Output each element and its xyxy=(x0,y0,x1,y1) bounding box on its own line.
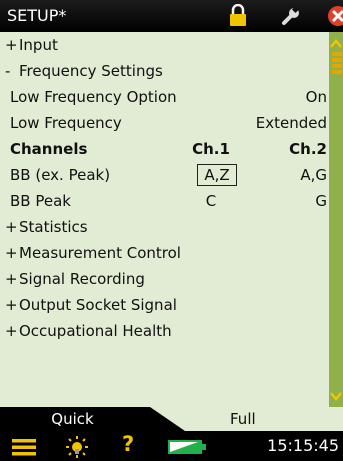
setting-low-frequency-option[interactable]: Low Frequency Option On xyxy=(0,84,329,110)
channels-header: Channels Ch.1 Ch.2 xyxy=(0,136,329,162)
section-label: Frequency Settings xyxy=(19,62,163,80)
section-signal-recording[interactable]: +Signal Recording xyxy=(0,266,329,292)
section-input[interactable]: +Input xyxy=(0,32,329,58)
scroll-up-icon[interactable] xyxy=(329,38,343,50)
help-icon[interactable]: ? xyxy=(122,432,134,456)
tab-quick[interactable]: Quick xyxy=(0,407,180,431)
setup-content: +Input - Frequency Settings Low Frequency… xyxy=(0,32,343,407)
clock: 15:15:45 xyxy=(267,436,339,455)
setting-label: BB (ex. Peak) xyxy=(10,166,111,184)
setting-label: BB Peak xyxy=(10,192,71,210)
expand-sign: + xyxy=(5,322,18,340)
setting-low-frequency[interactable]: Low Frequency Extended xyxy=(0,110,329,136)
bb-ex-peak-ch2-value[interactable]: A,G xyxy=(300,162,327,188)
setting-label: Low Frequency xyxy=(10,114,122,132)
section-label: Output Socket Signal xyxy=(19,296,177,314)
setting-bb-ex-peak: BB (ex. Peak) A,Z A,G xyxy=(0,162,329,188)
section-label: Statistics xyxy=(19,218,88,236)
section-label: Measurement Control xyxy=(19,244,181,262)
menu-icon[interactable] xyxy=(12,438,36,456)
scrollbar[interactable] xyxy=(329,32,343,407)
section-output-socket-signal[interactable]: +Output Socket Signal xyxy=(0,292,329,318)
backlight-icon[interactable] xyxy=(64,435,90,459)
channel-1-header: Ch.1 xyxy=(192,140,230,158)
bb-ex-peak-ch1-value[interactable]: A,Z xyxy=(197,164,237,186)
section-label: Occupational Health xyxy=(19,322,172,340)
setting-value[interactable]: On xyxy=(306,84,327,110)
section-label: Input xyxy=(19,36,58,54)
title-bar: SETUP* xyxy=(0,0,343,32)
page-title: SETUP* xyxy=(7,6,67,25)
expand-sign: + xyxy=(5,296,18,314)
setting-label: Low Frequency Option xyxy=(10,88,177,106)
bb-peak-ch1-value[interactable]: C xyxy=(182,188,240,214)
expand-sign: + xyxy=(5,270,18,288)
section-statistics[interactable]: +Statistics xyxy=(0,214,329,240)
expand-sign: + xyxy=(5,218,18,236)
battery-icon[interactable] xyxy=(168,440,206,454)
channel-2-header: Ch.2 xyxy=(289,140,327,158)
scroll-thumb[interactable] xyxy=(332,52,342,74)
expand-sign: + xyxy=(5,244,18,262)
expand-sign: + xyxy=(5,36,18,54)
status-bar: ? 15:15:45 xyxy=(0,431,343,461)
close-icon[interactable] xyxy=(327,4,343,28)
section-measurement-control[interactable]: +Measurement Control xyxy=(0,240,329,266)
setting-value[interactable]: Extended xyxy=(256,110,327,136)
setting-bb-peak: BB Peak C G xyxy=(0,188,329,214)
section-frequency-settings[interactable]: - Frequency Settings xyxy=(0,58,329,84)
section-label: Signal Recording xyxy=(19,270,145,288)
tab-bar: Quick Full xyxy=(0,407,343,431)
setup-list: +Input - Frequency Settings Low Frequency… xyxy=(0,32,329,344)
channels-label: Channels xyxy=(10,140,88,158)
collapse-sign: - xyxy=(5,62,11,80)
section-occupational-health[interactable]: +Occupational Health xyxy=(0,318,329,344)
scroll-down-icon[interactable] xyxy=(329,390,343,402)
lock-icon[interactable] xyxy=(227,4,249,28)
bb-peak-ch2-value[interactable]: G xyxy=(315,188,327,214)
wrench-icon[interactable] xyxy=(280,5,302,27)
